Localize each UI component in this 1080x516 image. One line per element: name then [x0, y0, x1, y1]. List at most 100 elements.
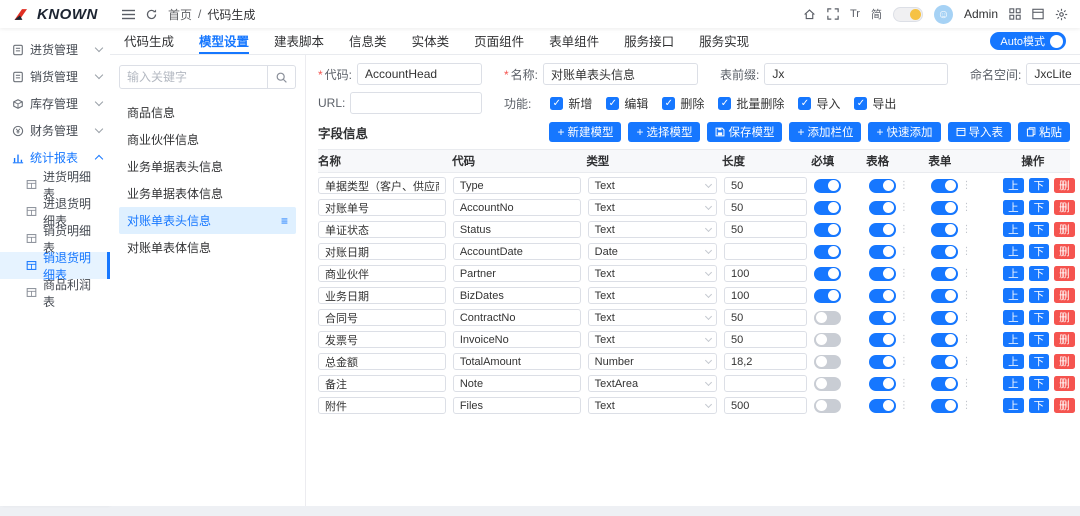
sidebar-subitem-商品利润表[interactable]: 商品利润表 — [0, 279, 110, 306]
move-down-button[interactable]: 下移 — [1029, 178, 1050, 193]
field-length-input[interactable] — [724, 177, 807, 194]
required-toggle[interactable] — [814, 399, 841, 413]
field-type-select[interactable]: Text — [588, 265, 717, 282]
move-up-button[interactable]: 上移 — [1003, 376, 1024, 391]
move-up-button[interactable]: 上移 — [1003, 354, 1024, 369]
grid-toggle[interactable] — [869, 289, 896, 303]
保存模型-button[interactable]: 保存模型 — [707, 122, 782, 142]
layout-icon[interactable] — [1032, 8, 1044, 20]
required-toggle[interactable] — [814, 355, 841, 369]
more-options-icon[interactable]: ⋮ — [961, 225, 971, 235]
grid-toggle[interactable] — [869, 267, 896, 281]
tab-信息类[interactable]: 信息类 — [349, 28, 387, 54]
move-up-button[interactable]: 上移 — [1003, 288, 1024, 303]
more-options-icon[interactable]: ⋮ — [899, 203, 909, 213]
more-options-icon[interactable]: ⋮ — [961, 379, 971, 389]
namespace-field[interactable] — [1026, 63, 1080, 85]
field-code-input[interactable] — [453, 287, 581, 304]
新建模型-button[interactable]: +新建模型 — [549, 122, 621, 142]
delete-button[interactable]: 删除 — [1054, 332, 1075, 347]
url-field[interactable] — [350, 92, 482, 114]
search-input[interactable] — [119, 65, 268, 89]
breadcrumb-home[interactable]: 首页 — [168, 6, 192, 23]
required-toggle[interactable] — [814, 311, 841, 325]
field-name-input[interactable] — [318, 353, 446, 370]
move-down-button[interactable]: 下移 — [1029, 222, 1050, 237]
field-type-select[interactable]: Text — [588, 397, 717, 414]
field-type-select[interactable]: Text — [588, 331, 717, 348]
field-name-input[interactable] — [318, 331, 446, 348]
model-list-item[interactable]: 对账单表头信息≡ — [119, 207, 296, 234]
快速添加-button[interactable]: +快速添加 — [868, 122, 940, 142]
form-toggle[interactable] — [931, 245, 958, 259]
delete-button[interactable]: 删除 — [1054, 354, 1075, 369]
form-toggle[interactable] — [931, 399, 958, 413]
move-down-button[interactable]: 下移 — [1029, 288, 1050, 303]
move-down-button[interactable]: 下移 — [1029, 398, 1050, 413]
move-down-button[interactable]: 下移 — [1029, 332, 1050, 347]
required-toggle[interactable] — [814, 245, 841, 259]
field-code-input[interactable] — [453, 397, 581, 414]
sidebar-item-财务管理[interactable]: 财务管理 — [0, 117, 110, 144]
field-name-input[interactable] — [318, 177, 446, 194]
field-code-input[interactable] — [453, 243, 581, 260]
move-up-button[interactable]: 上移 — [1003, 244, 1024, 259]
feature-checkbox-新增[interactable]: ✓新增 — [550, 95, 592, 112]
form-toggle[interactable] — [931, 311, 958, 325]
move-up-button[interactable]: 上移 — [1003, 266, 1024, 281]
grid-toggle[interactable] — [869, 179, 896, 193]
tab-建表脚本[interactable]: 建表脚本 — [274, 28, 324, 54]
settings-gear-icon[interactable] — [1055, 8, 1068, 21]
more-options-icon[interactable]: ⋮ — [961, 269, 971, 279]
field-type-select[interactable]: Text — [588, 309, 717, 326]
theme-toggle[interactable] — [893, 7, 923, 22]
model-list-item[interactable]: 对账单表体信息 — [119, 234, 296, 261]
more-options-icon[interactable]: ⋮ — [961, 181, 971, 191]
field-type-select[interactable]: Text — [588, 199, 717, 216]
delete-button[interactable]: 删除 — [1054, 266, 1075, 281]
field-code-input[interactable] — [453, 353, 581, 370]
more-options-icon[interactable]: ⋮ — [899, 313, 909, 323]
form-toggle[interactable] — [931, 333, 958, 347]
more-options-icon[interactable]: ⋮ — [961, 357, 971, 367]
field-name-input[interactable] — [318, 397, 446, 414]
move-down-button[interactable]: 下移 — [1029, 266, 1050, 281]
more-options-icon[interactable]: ⋮ — [899, 269, 909, 279]
more-options-icon[interactable]: ⋮ — [961, 335, 971, 345]
tab-模型设置[interactable]: 模型设置 — [199, 28, 249, 54]
more-options-icon[interactable]: ⋮ — [899, 181, 909, 191]
sidebar-item-库存管理[interactable]: 库存管理 — [0, 90, 110, 117]
name-field[interactable] — [543, 63, 698, 85]
field-type-select[interactable]: TextArea — [588, 375, 717, 392]
drag-handle-icon[interactable]: ≡ — [281, 214, 288, 228]
feature-checkbox-导出[interactable]: ✓导出 — [854, 95, 896, 112]
添加栏位-button[interactable]: +添加栏位 — [789, 122, 861, 142]
feature-checkbox-删除[interactable]: ✓删除 — [662, 95, 704, 112]
field-name-input[interactable] — [318, 375, 446, 392]
field-length-input[interactable] — [724, 265, 807, 282]
move-up-button[interactable]: 上移 — [1003, 178, 1024, 193]
move-up-button[interactable]: 上移 — [1003, 332, 1024, 347]
field-name-input[interactable] — [318, 221, 446, 238]
field-length-input[interactable] — [724, 331, 807, 348]
form-toggle[interactable] — [931, 223, 958, 237]
more-options-icon[interactable]: ⋮ — [961, 291, 971, 301]
fullscreen-icon[interactable] — [827, 8, 839, 20]
required-toggle[interactable] — [814, 201, 841, 215]
field-length-input[interactable] — [724, 243, 807, 260]
field-code-input[interactable] — [453, 309, 581, 326]
delete-button[interactable]: 删除 — [1054, 244, 1075, 259]
field-name-input[interactable] — [318, 287, 446, 304]
more-options-icon[interactable]: ⋮ — [899, 247, 909, 257]
required-toggle[interactable] — [814, 179, 841, 193]
prefix-field[interactable] — [764, 63, 948, 85]
move-up-button[interactable]: 上移 — [1003, 310, 1024, 325]
field-code-input[interactable] — [453, 265, 581, 282]
refresh-icon[interactable] — [145, 8, 158, 21]
field-type-select[interactable]: Text — [588, 177, 717, 194]
collapse-menu-icon[interactable] — [122, 9, 135, 20]
move-down-button[interactable]: 下移 — [1029, 244, 1050, 259]
form-toggle[interactable] — [931, 377, 958, 391]
导入表-button[interactable]: 导入表 — [948, 122, 1012, 142]
required-toggle[interactable] — [814, 333, 841, 347]
